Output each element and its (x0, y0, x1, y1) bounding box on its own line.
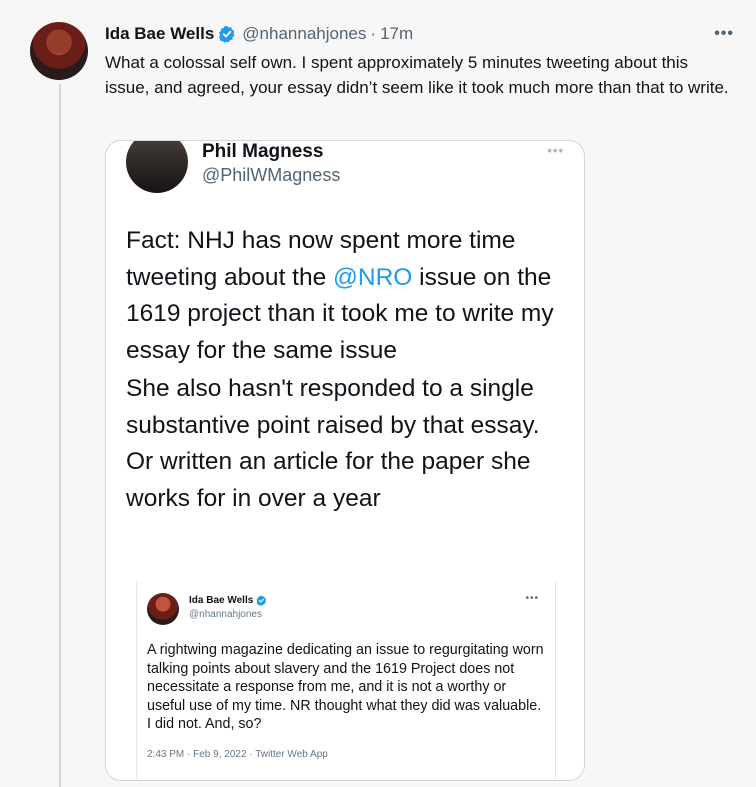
tweet-text: What a colossal self own. I spent approx… (105, 53, 729, 97)
inner-author-row: Ida Bae Wells (189, 595, 267, 606)
quoted-tweet-image[interactable]: Phil Magness @PhilWMagness ••• Fact: NHJ… (105, 140, 585, 781)
inner-avatar (147, 593, 179, 625)
thread-connector-line (59, 84, 61, 787)
tweet-header: Ida Bae Wells @nhannahjones · 17m (105, 22, 736, 46)
inner-author-name: Ida Bae Wells (189, 595, 254, 606)
quoted-paragraph-1: Fact: NHJ has now spent more time tweeti… (126, 223, 566, 369)
separator-dot: · (370, 24, 377, 43)
author-name[interactable]: Ida Bae Wells (105, 24, 214, 44)
inner-more-icon: ••• (525, 593, 539, 604)
inner-tweet-meta: 2:43 PM · Feb 9, 2022 · Twitter Web App (147, 749, 328, 760)
quoted-more-icon: ••• (547, 143, 564, 158)
quoted-avatar (126, 141, 188, 193)
mention-link: @NRO (333, 263, 413, 291)
verified-badge-icon (256, 595, 267, 606)
author-handle[interactable]: @nhannahjones (242, 24, 366, 44)
quoted-author-handle: @PhilWMagness (202, 165, 341, 185)
more-options-icon[interactable]: ••• (714, 25, 734, 43)
avatar[interactable] (30, 22, 88, 80)
quoted-paragraph-2: She also hasn't responded to a single su… (126, 375, 540, 512)
quoted-author-name: Phil Magness (202, 141, 324, 162)
verified-badge-icon (218, 25, 236, 43)
inner-tweet-text: A rightwing magazine dedicating an issue… (147, 642, 544, 732)
inner-tweet-card: Ida Bae Wells @nhannahjones ••• A rightw… (136, 581, 556, 780)
inner-author-handle: @nhannahjones (189, 609, 262, 620)
tweet-timestamp[interactable]: 17m (380, 24, 413, 44)
